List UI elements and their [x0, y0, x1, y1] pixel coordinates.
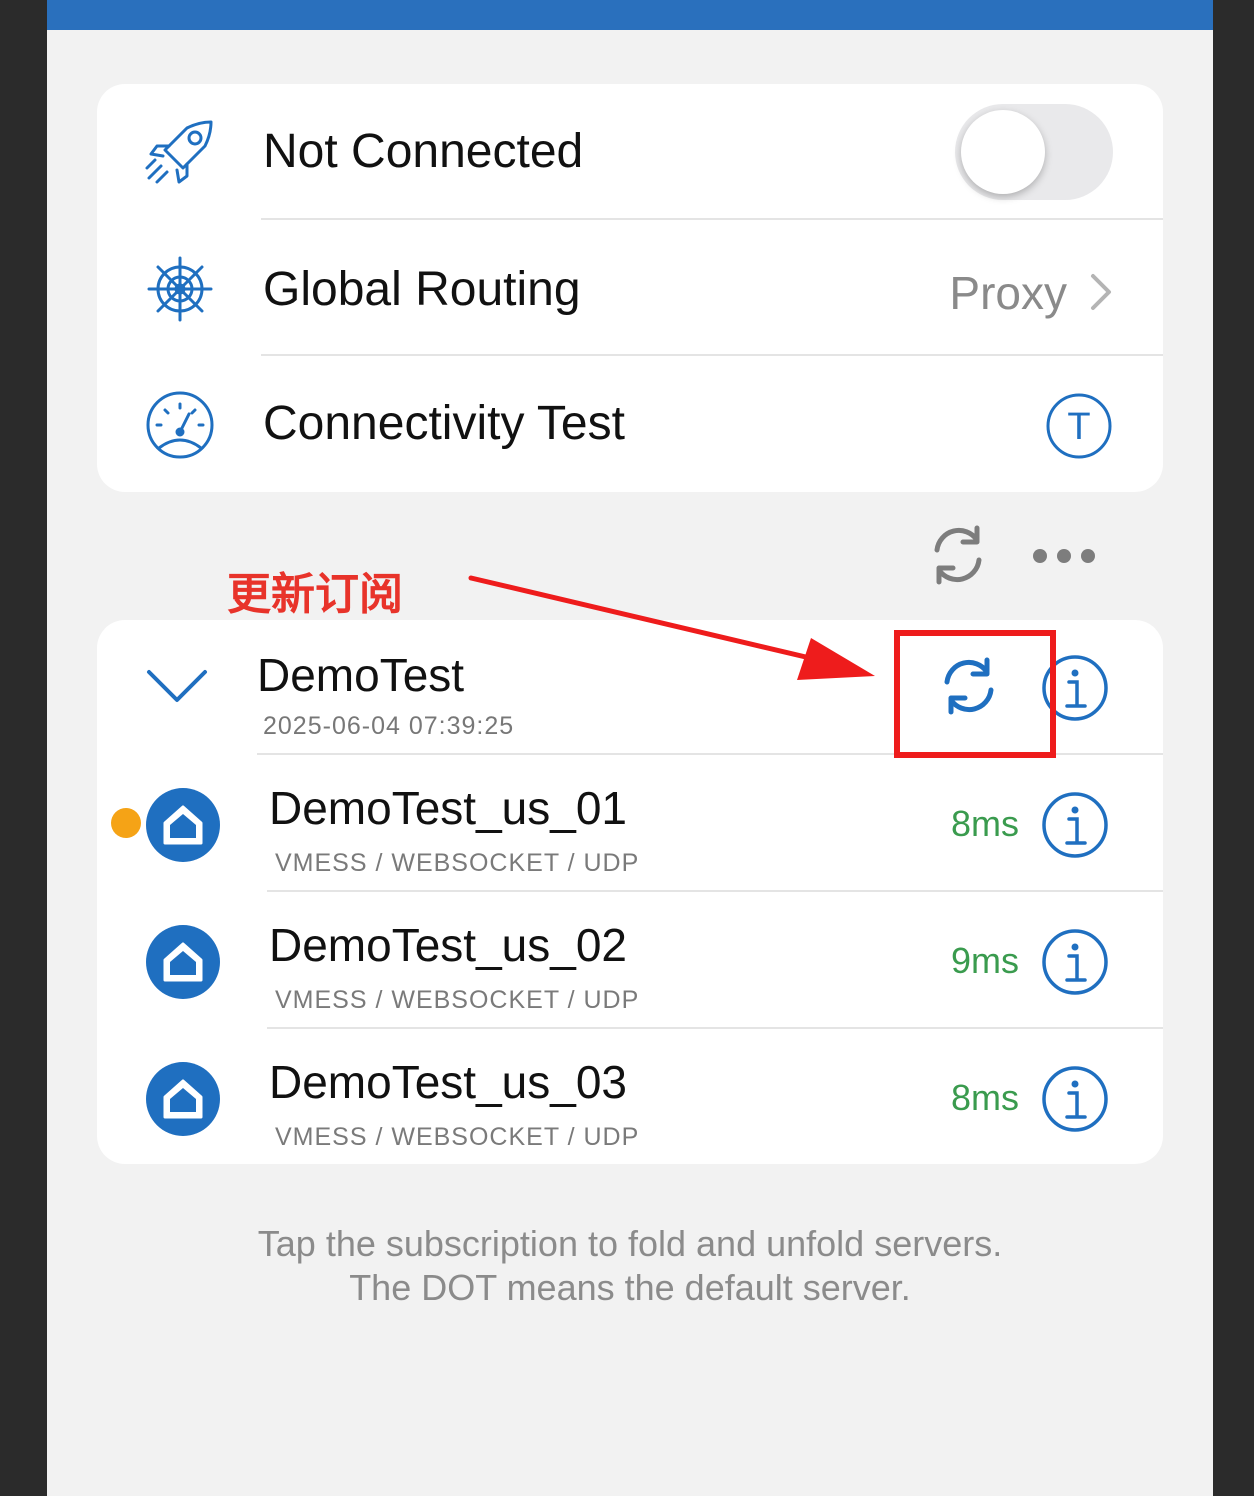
routing-mode-value: Proxy: [949, 267, 1067, 319]
connection-toggle[interactable]: [955, 104, 1113, 200]
subscription-name: DemoTest: [257, 649, 465, 701]
toggle-knob: [961, 110, 1045, 194]
server-info-icon[interactable]: [1041, 928, 1109, 996]
hint-line-1: Tap the subscription to fold and unfold …: [257, 1223, 1003, 1264]
server-row-3[interactable]: DemoTest_us_03 VMESS / WEBSOCKET / UDP 8…: [97, 1029, 1163, 1164]
annotation-arrow: [468, 575, 875, 680]
server-row-1[interactable]: DemoTest_us_01 VMESS / WEBSOCKET / UDP 8…: [97, 755, 1163, 891]
annotation-highlight-box: [894, 630, 1056, 758]
server-row-2[interactable]: DemoTest_us_02 VMESS / WEBSOCKET / UDP 9…: [97, 892, 1163, 1028]
server-latency: 9ms: [951, 940, 1020, 981]
ship-wheel-icon: [147, 256, 213, 322]
routing-label: Global Routing: [263, 263, 581, 316]
server-protocol: VMESS / WEBSOCKET / UDP: [275, 986, 640, 1014]
refresh-all-icon[interactable]: [925, 522, 991, 588]
rocket-icon: [145, 120, 213, 184]
default-server-dot: [111, 808, 141, 838]
top-bar: [47, 0, 1213, 30]
home-server-icon: [146, 1062, 220, 1136]
test-button-letter: T: [1067, 406, 1090, 448]
connection-row: Not Connected: [97, 84, 1163, 220]
server-info-icon[interactable]: [1041, 791, 1109, 859]
server-name: DemoTest_us_01: [269, 782, 627, 834]
chevron-down-icon[interactable]: [145, 666, 209, 706]
connectivity-label: Connectivity Test: [263, 397, 625, 450]
server-protocol: VMESS / WEBSOCKET / UDP: [275, 849, 640, 877]
more-options-icon[interactable]: [1031, 546, 1097, 566]
test-button[interactable]: T: [1045, 392, 1113, 460]
server-protocol: VMESS / WEBSOCKET / UDP: [275, 1123, 640, 1151]
speedometer-icon: [146, 391, 214, 459]
home-server-icon: [146, 788, 220, 862]
server-name: DemoTest_us_03: [269, 1056, 627, 1108]
home-server-icon: [146, 925, 220, 999]
help-hint: Tap the subscription to fold and unfold …: [47, 1222, 1213, 1310]
app-screen: Not Connected Global Routing Proxy Conne…: [47, 0, 1213, 1496]
settings-card: Not Connected Global Routing Proxy Conne…: [97, 84, 1163, 492]
server-info-icon[interactable]: [1041, 1065, 1109, 1133]
chevron-right-icon: [1091, 274, 1111, 310]
subscription-updated-time: 2025-06-04 07:39:25: [263, 712, 515, 740]
routing-row[interactable]: Global Routing Proxy: [97, 220, 1163, 356]
annotation-label: 更新订阅: [227, 569, 403, 620]
server-latency: 8ms: [951, 803, 1020, 844]
connection-status-label: Not Connected: [263, 125, 584, 178]
hint-line-2: The DOT means the default server.: [349, 1267, 911, 1308]
server-name: DemoTest_us_02: [269, 919, 627, 971]
connectivity-row: Connectivity Test T: [97, 356, 1163, 492]
server-latency: 8ms: [951, 1077, 1020, 1118]
